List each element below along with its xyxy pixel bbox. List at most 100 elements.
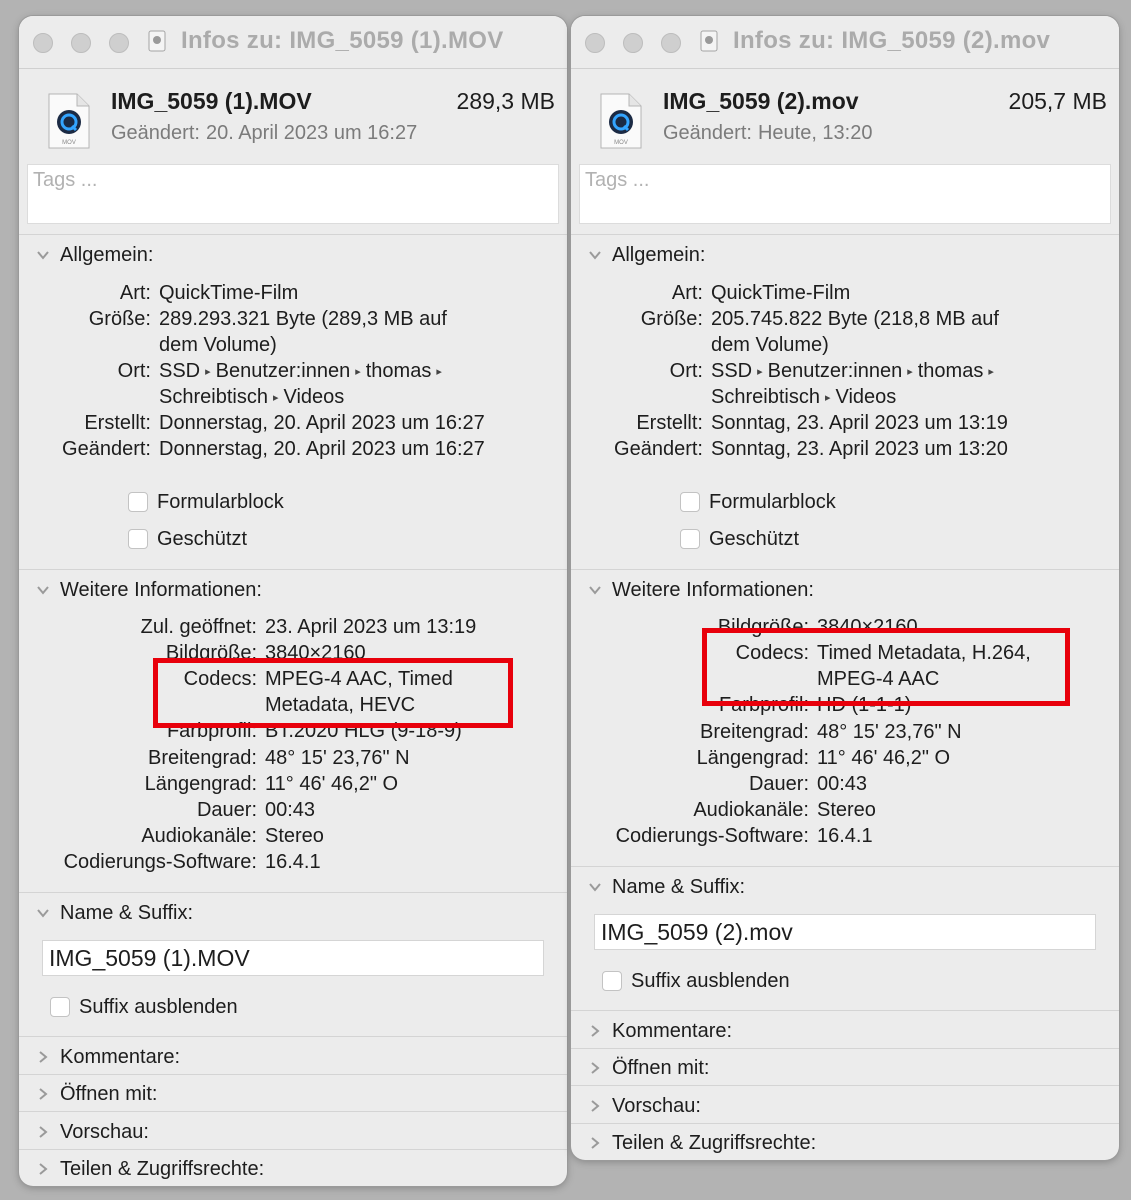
divider (571, 1085, 1119, 1086)
section-name-suffix-label: Name & Suffix: (612, 876, 746, 898)
info-row-location-cont: Schreibtisch ▸ Videos (19, 386, 567, 412)
info-value: 11° 46' 46,2" O (817, 747, 951, 769)
info-label: Dauer: (748, 773, 809, 795)
info-row-art: Art: QuickTime-Film (571, 282, 1119, 308)
minimize-button[interactable] (623, 33, 643, 53)
divider (19, 1036, 567, 1037)
section-sharing[interactable]: Teilen & Zugriffsrechte: (571, 1130, 1119, 1160)
info-row-created: Erstellt: Donnerstag, 20. April 2023 um 1… (19, 412, 567, 438)
info-row-encoder: Codierungs-Software: 16.4.1 (19, 851, 567, 877)
info-row-art: Art: QuickTime-Film (19, 282, 567, 308)
chevron-down-icon[interactable] (36, 248, 50, 262)
chevron-right-icon[interactable] (36, 1050, 50, 1064)
modified-value: Heute, 13:20 (757, 122, 873, 144)
info-value: 00:43 (265, 799, 316, 821)
section-name-suffix-label: Name & Suffix: (60, 902, 194, 924)
section-preview-label: Vorschau: (612, 1095, 701, 1117)
title-bar[interactable]: Infos zu: IMG_5059 (1).MOV (19, 16, 567, 69)
chevron-down-icon[interactable] (36, 906, 50, 920)
close-button[interactable] (585, 33, 605, 53)
section-more-info[interactable]: Weitere Informationen: (19, 577, 567, 611)
close-button[interactable] (33, 33, 53, 53)
info-label: Längengrad: (696, 747, 809, 769)
section-open-with[interactable]: Öffnen mit: (19, 1081, 567, 1115)
minimize-button[interactable] (71, 33, 91, 53)
info-label: Geändert: (614, 438, 703, 460)
section-general[interactable]: Allgemein: (19, 242, 567, 276)
geschuetzt-checkbox[interactable] (128, 529, 148, 549)
chevron-right-icon[interactable] (588, 1024, 602, 1038)
modified-summary: Geändert: Heute, 13:20 (663, 122, 872, 145)
section-preview[interactable]: Vorschau: (19, 1119, 567, 1153)
chevron-right-icon[interactable] (36, 1087, 50, 1101)
info-label: Größe: (88, 308, 151, 330)
section-name-suffix[interactable]: Name & Suffix: (19, 900, 567, 934)
section-open-with[interactable]: Öffnen mit: (571, 1055, 1119, 1089)
path-arrow-icon: ▸ (205, 366, 211, 378)
chevron-down-icon[interactable] (588, 583, 602, 597)
chevron-down-icon[interactable] (588, 880, 602, 894)
info-value: Stereo (265, 825, 324, 847)
modified-label: Geändert: (663, 122, 752, 144)
section-name-suffix[interactable]: Name & Suffix: (571, 874, 1119, 908)
hide-suffix-label: Suffix ausblenden (631, 970, 790, 992)
mov-file-icon: MOV (48, 93, 90, 149)
hide-suffix-checkbox[interactable] (50, 997, 70, 1017)
info-row-size-cont: dem Volume) (19, 334, 567, 360)
info-row-encoder: Codierungs-Software: 16.4.1 (571, 825, 1119, 851)
divider (19, 1149, 567, 1150)
formularblock-checkbox[interactable] (128, 492, 148, 512)
info-row-latitude: Breitengrad: 48° 15' 23,76" N (19, 747, 567, 773)
path-arrow-icon: ▸ (824, 392, 831, 404)
path-segment: Videos (283, 386, 345, 408)
tags-field[interactable]: Tags ... (27, 164, 559, 224)
section-sharing[interactable]: Teilen & Zugriffsrechte: (19, 1156, 567, 1186)
section-general[interactable]: Allgemein: (571, 242, 1119, 276)
chevron-right-icon[interactable] (588, 1136, 602, 1150)
path-arrow-icon: ▸ (355, 366, 361, 378)
chevron-right-icon[interactable] (36, 1125, 50, 1139)
name-field[interactable]: IMG_5059 (2).mov (594, 914, 1096, 950)
title-bar[interactable]: Infos zu: IMG_5059 (2).mov (571, 16, 1119, 69)
info-value: QuickTime-Film (711, 282, 851, 304)
section-comments[interactable]: Kommentare: (19, 1044, 567, 1078)
section-comments[interactable]: Kommentare: (571, 1018, 1119, 1052)
info-value: Donnerstag, 20. April 2023 um 16:27 (159, 412, 485, 434)
chevron-right-icon[interactable] (36, 1162, 50, 1176)
formularblock-label: Formularblock (157, 491, 284, 513)
info-label: Zul. geöffnet: (140, 616, 257, 638)
name-field[interactable]: IMG_5059 (1).MOV (42, 940, 544, 976)
chevron-down-icon[interactable] (36, 583, 50, 597)
section-preview[interactable]: Vorschau: (571, 1093, 1119, 1127)
codecs-highlight-box (153, 658, 513, 728)
tags-field[interactable]: Tags ... (579, 164, 1111, 224)
divider (571, 1048, 1119, 1049)
chevron-right-icon[interactable] (588, 1099, 602, 1113)
info-row-audio: Audiokanäle: Stereo (571, 799, 1119, 825)
hide-suffix-checkbox[interactable] (602, 971, 622, 991)
section-sharing-label: Teilen & Zugriffsrechte: (612, 1132, 817, 1154)
svg-text:MOV: MOV (614, 140, 628, 146)
geschuetzt-checkbox[interactable] (680, 529, 700, 549)
zoom-button[interactable] (661, 33, 681, 53)
info-value: 16.4.1 (265, 851, 321, 873)
divider (19, 1074, 567, 1075)
info-label: Codierungs-Software: (63, 851, 257, 873)
info-label: Art: (119, 282, 151, 304)
hide-suffix-label: Suffix ausblenden (79, 996, 238, 1018)
info-row-audio: Audiokanäle: Stereo (19, 825, 567, 851)
formularblock-checkbox[interactable] (680, 492, 700, 512)
info-value: QuickTime-Film (159, 282, 299, 304)
info-row-duration: Dauer: 00:43 (19, 799, 567, 825)
info-label: Breitengrad: (148, 747, 257, 769)
info-value: 289.293.321 Byte (289,3 MB auf (159, 308, 447, 330)
info-value: dem Volume) (159, 334, 277, 356)
chevron-down-icon[interactable] (588, 248, 602, 262)
info-row-duration: Dauer: 00:43 (571, 773, 1119, 799)
section-preview-label: Vorschau: (60, 1121, 149, 1143)
section-more-info[interactable]: Weitere Informationen: (571, 577, 1119, 611)
zoom-button[interactable] (109, 33, 129, 53)
info-row-last-opened: Zul. geöffnet: 23. April 2023 um 13:19 (19, 616, 567, 642)
chevron-right-icon[interactable] (588, 1061, 602, 1075)
file-name: IMG_5059 (2).mov (663, 88, 859, 114)
